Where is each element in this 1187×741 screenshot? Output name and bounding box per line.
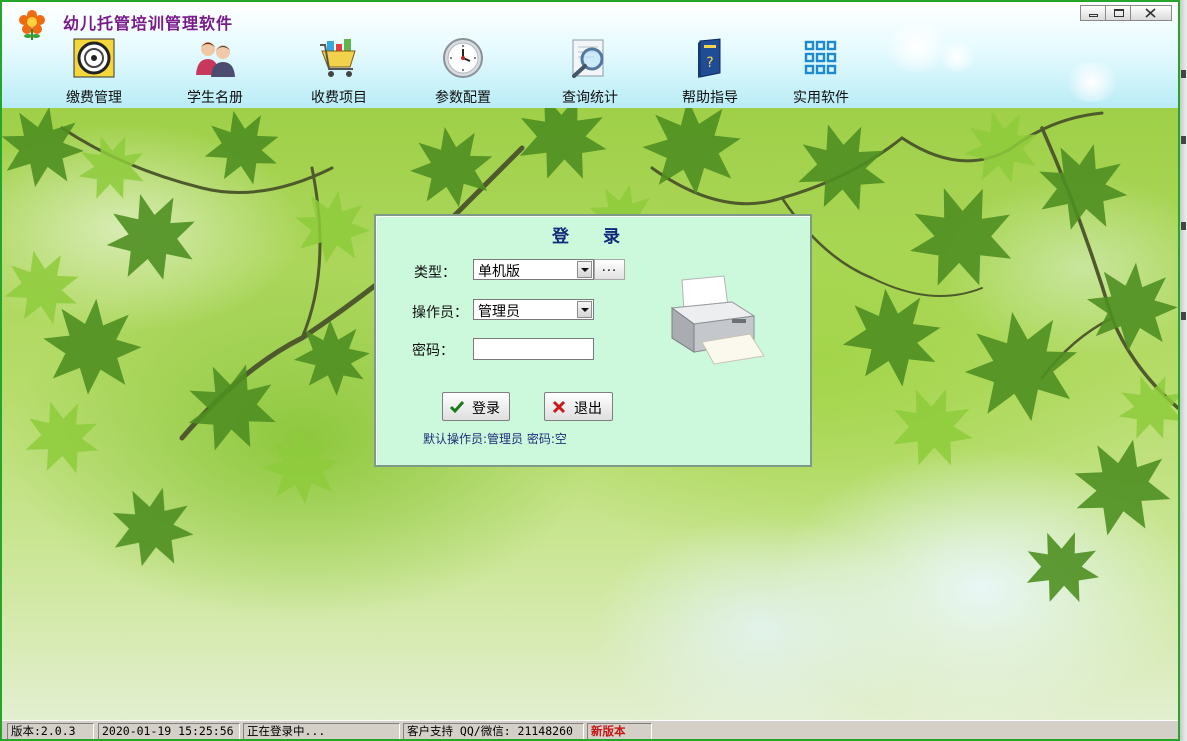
toolbar-label: 缴费管理 — [66, 90, 122, 106]
cart-items-icon — [320, 39, 356, 77]
login-title: 登 录 — [552, 227, 634, 247]
toolbar-label: 帮助指导 — [682, 90, 738, 106]
edge-mark — [1181, 312, 1186, 320]
payment-wheel-icon — [73, 38, 115, 78]
type-select-value: 单机版 — [478, 264, 520, 280]
exit-button[interactable]: 退出 — [544, 392, 613, 421]
app-window: 幼儿托管培训管理软件 缴费管理 学生名册 收费项目 参数配置 查询统计 ? 帮助… — [0, 0, 1180, 741]
edge-mark — [1181, 222, 1186, 230]
toolbar-label: 收费项目 — [311, 90, 367, 106]
help-book-icon: ? — [698, 38, 721, 78]
toolbar-query-stats[interactable]: 查询统计 — [535, 37, 645, 108]
login-dialog: 登 录 类型： 单机版 ... 操作员： 管理员 密码： 登录 退出 默认操作员… — [374, 214, 812, 467]
toolbar-label: 学生名册 — [187, 90, 243, 106]
toolbar-payment[interactable]: 缴费管理 — [39, 37, 149, 108]
app-title: 幼儿托管培训管理软件 — [63, 14, 234, 33]
login-button[interactable]: 登录 — [442, 392, 510, 421]
operator-label: 操作员： — [412, 305, 468, 321]
default-credentials-hint: 默认操作员:管理员 密码:空 — [423, 432, 567, 446]
toolbar-label: 实用软件 — [793, 90, 849, 106]
checkmark-icon — [449, 401, 465, 414]
toolbar-students[interactable]: 学生名册 — [160, 37, 270, 108]
close-x-icon — [552, 400, 566, 414]
printer-icon — [670, 275, 765, 365]
toolbar-label: 参数配置 — [435, 90, 491, 106]
status-bar: 版本:2.0.3 2020-01-19 15:25:56 正在登录中... 客户… — [2, 720, 1178, 739]
background-window-edge — [1180, 0, 1187, 741]
window-controls — [1080, 5, 1172, 23]
chevron-down-icon[interactable] — [577, 301, 592, 318]
svg-text:?: ? — [706, 55, 713, 71]
type-select[interactable]: 单机版 — [473, 259, 594, 280]
clock-settings-icon — [443, 38, 483, 78]
minimize-button[interactable] — [1080, 5, 1106, 21]
password-label: 密码： — [412, 343, 454, 359]
more-options-button[interactable]: ... — [594, 259, 625, 280]
toolbar-utilities[interactable]: 实用软件 — [766, 37, 876, 108]
close-button[interactable] — [1130, 5, 1172, 21]
students-people-icon — [196, 42, 235, 77]
header-bar: 幼儿托管培训管理软件 缴费管理 学生名册 收费项目 参数配置 查询统计 ? 帮助… — [2, 2, 1178, 108]
password-field[interactable] — [473, 338, 594, 360]
exit-button-label: 退出 — [574, 401, 602, 417]
toolbar-fee-items[interactable]: 收费项目 — [284, 37, 394, 108]
operator-select[interactable]: 管理员 — [473, 299, 594, 320]
chevron-down-icon[interactable] — [577, 261, 592, 278]
minimize-icon — [1089, 14, 1098, 17]
toolbar-parameters[interactable]: 参数配置 — [408, 37, 518, 108]
toolbar-label: 查询统计 — [562, 90, 618, 106]
magnifier-query-icon — [572, 39, 604, 78]
close-icon — [1145, 8, 1156, 18]
restore-icon — [1114, 9, 1124, 17]
edge-mark — [1181, 136, 1186, 144]
new-version-link[interactable]: 新版本 — [587, 723, 652, 739]
restore-button[interactable] — [1105, 5, 1131, 21]
status-version: 版本:2.0.3 — [7, 723, 94, 739]
operator-select-value: 管理员 — [478, 304, 520, 320]
status-support: 客户支持 QQ/微信: 21148260 — [403, 723, 584, 739]
type-label: 类型： — [414, 265, 456, 281]
status-datetime: 2020-01-19 15:25:56 — [98, 723, 240, 739]
edge-mark — [1181, 70, 1186, 78]
toolbar-help[interactable]: ? 帮助指导 — [655, 37, 765, 108]
login-button-label: 登录 — [472, 401, 500, 417]
apps-grid-icon — [804, 40, 837, 75]
status-message: 正在登录中... — [243, 723, 400, 739]
